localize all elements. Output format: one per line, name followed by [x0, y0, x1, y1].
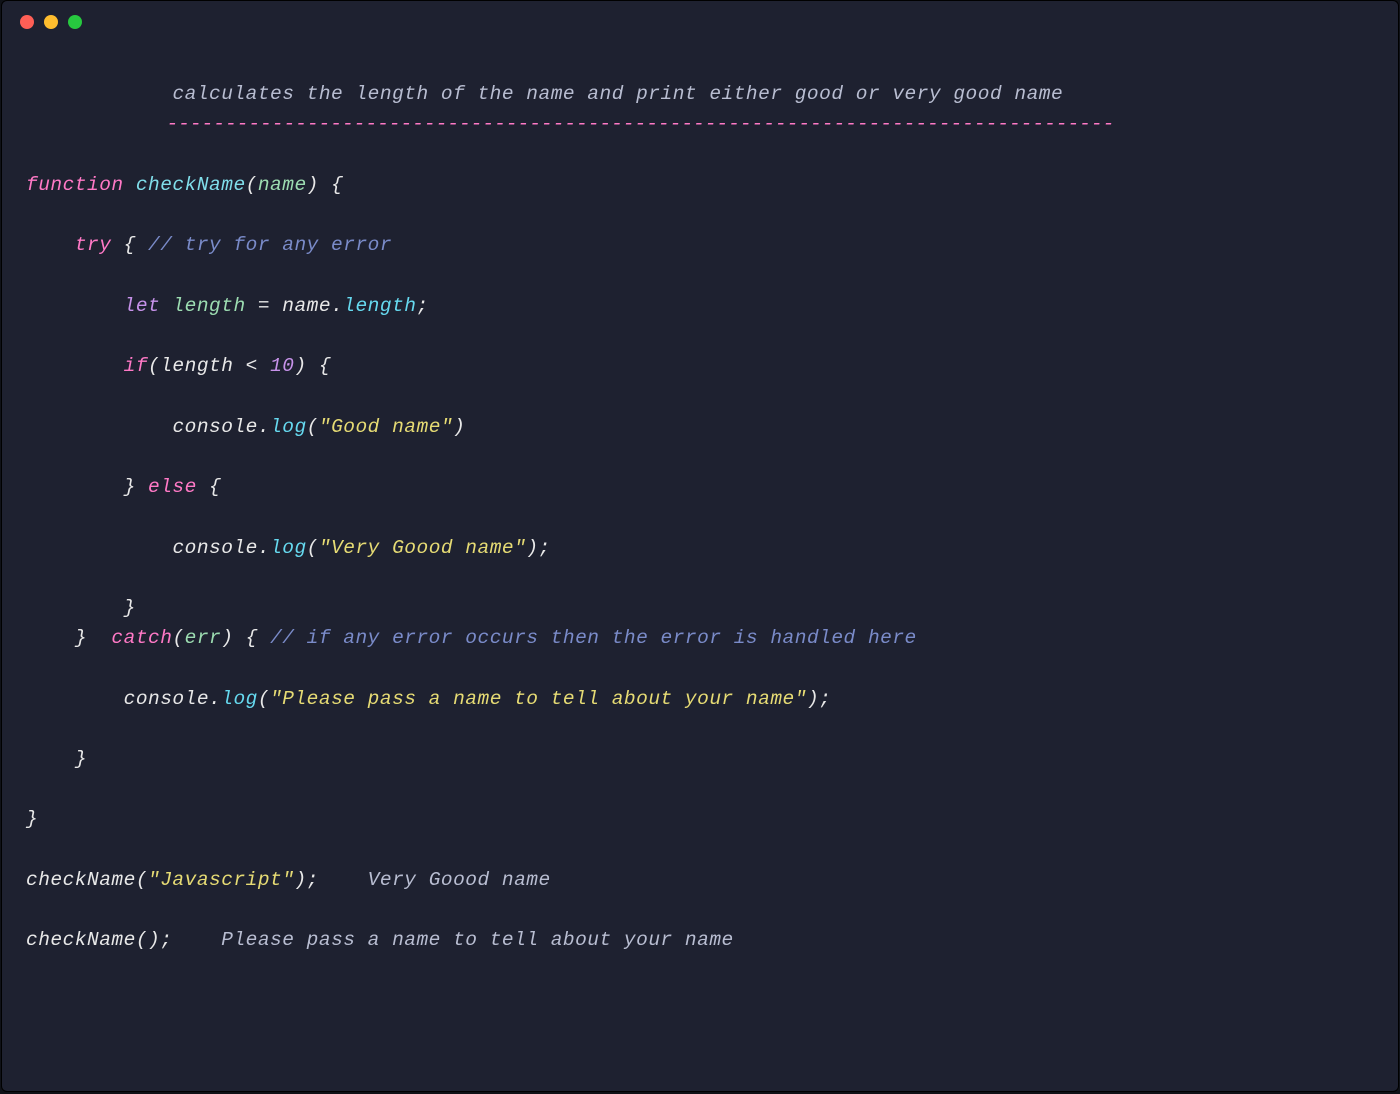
param-name: name: [258, 174, 307, 196]
call2: checkName: [26, 929, 136, 951]
dash-line: ----------------------------------------…: [26, 113, 1114, 135]
call1: checkName: [26, 869, 136, 891]
code-editor: calculates the length of the name and pr…: [2, 29, 1398, 980]
comment-catch: // if any error occurs then the error is…: [270, 627, 917, 649]
output1: Very Goood name: [368, 869, 551, 891]
function-name: checkName: [136, 174, 246, 196]
kw-if: if: [124, 355, 148, 377]
str-verygood: "Very Goood name": [319, 537, 526, 559]
num-10: 10: [270, 355, 294, 377]
maximize-icon[interactable]: [68, 15, 82, 29]
param-err: err: [185, 627, 222, 649]
window-titlebar: [2, 1, 1398, 29]
close-icon[interactable]: [20, 15, 34, 29]
kw-function: function: [26, 174, 124, 196]
output2: Please pass a name to tell about your na…: [221, 929, 733, 951]
code-window: calculates the length of the name and pr…: [1, 0, 1399, 1092]
kw-catch: catch: [111, 627, 172, 649]
kw-else: else: [148, 476, 197, 498]
method-log: log: [270, 416, 307, 438]
header-comment: calculates the length of the name and pr…: [26, 83, 1063, 105]
minimize-icon[interactable]: [44, 15, 58, 29]
id-name: name: [282, 295, 331, 317]
comment-try: // try for any error: [148, 234, 392, 256]
kw-try: try: [75, 234, 112, 256]
prop-length: length: [343, 295, 416, 317]
str-good: "Good name": [319, 416, 453, 438]
str-please: "Please pass a name to tell about your n…: [270, 688, 807, 710]
console: console: [172, 416, 257, 438]
kw-let: let: [124, 295, 161, 317]
var-length: length: [172, 295, 245, 317]
